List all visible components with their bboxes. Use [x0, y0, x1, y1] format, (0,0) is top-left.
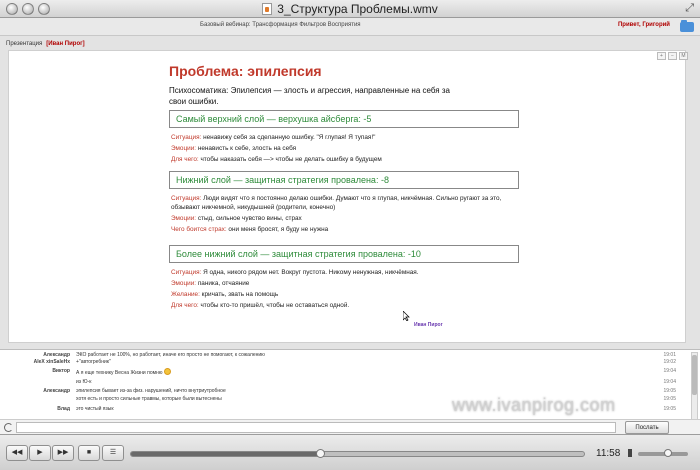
chat-input-row: Послать [0, 419, 700, 434]
zoom-controls: + − M [657, 52, 688, 60]
playback-time: 11:58 [596, 448, 621, 459]
presenter-signature: Иван Пирог [414, 322, 443, 328]
slide-line: Для чего: чтобы наказать себя —> чтобы н… [171, 156, 382, 163]
slide-line: Эмоции: паника, отчаяние [171, 280, 250, 287]
slide-line: Ситуация: ненавижу себя за сделанную оши… [171, 134, 376, 141]
slide-line: Эмоции: ненависть к себе, злость на себя [171, 145, 297, 152]
webinar-header: Базовый вебинар: Трансформация Фильтров … [0, 18, 700, 36]
slide-line: Для чего: чтобы кто-то пришёл, чтобы не … [171, 302, 350, 309]
rewind-button[interactable]: ◀◀ [6, 445, 28, 461]
playback-timeline[interactable] [130, 449, 585, 458]
volume-knob[interactable] [664, 449, 672, 457]
refresh-icon[interactable] [4, 423, 13, 432]
webinar-title: Базовый вебинар: Трансформация Фильтров … [200, 22, 361, 28]
slide-intro: Психосоматика: Эпилепсия — злость и агре… [169, 86, 450, 106]
window-titlebar: 3_Структура Проблемы.wmv ⤢ [0, 0, 700, 18]
play-button[interactable]: ▶ [29, 445, 51, 461]
slide-line: Ситуация: Я одна, никого рядом нет. Вокр… [171, 269, 419, 276]
video-file-icon [262, 3, 273, 15]
maximize-slide-button[interactable]: M [679, 52, 688, 60]
smiley-icon [163, 368, 171, 375]
layer-heading-1: Самый верхний слой — верхушка айсберга: … [169, 110, 519, 128]
send-button[interactable]: Послать [625, 421, 669, 434]
mouse-cursor-icon [403, 311, 410, 321]
watermark-text: www.ivanpirog.com [452, 395, 616, 415]
playback-progress [131, 452, 322, 456]
playlist-button[interactable]: ☰ [102, 445, 124, 461]
user-greeting: Привет, Григорий [617, 22, 670, 28]
presentation-panel: Презентация [Иван Пирог] Проблема: эпилеп… [0, 36, 700, 349]
zoom-in-button[interactable]: + [657, 52, 666, 60]
playback-scrubber[interactable] [316, 449, 326, 458]
media-player-controls: ◀◀ ▶ ▶▶ ■ ☰ 11:58 [0, 434, 700, 470]
chat-input[interactable] [16, 422, 616, 433]
volume-slider[interactable] [638, 449, 688, 457]
chat-scrollbar-thumb[interactable] [692, 355, 697, 395]
fullscreen-icon[interactable]: ⤢ [685, 2, 694, 15]
folder-icon[interactable] [680, 20, 694, 32]
presentation-label: Презентация [Иван Пирог] [6, 41, 85, 47]
stop-button[interactable]: ■ [78, 445, 100, 461]
zoom-out-button[interactable]: − [668, 52, 677, 60]
window-title: 3_Структура Проблемы.wmv [0, 2, 700, 16]
slide-line: Чего боится страх: они меня бросят, я бу… [171, 226, 329, 233]
layer-heading-3: Более нижний слой — защитная стратегия п… [169, 245, 519, 263]
layer-heading-2: Нижний слой — защитная стратегия провале… [169, 171, 519, 189]
presenter-name: [Иван Пирог] [46, 41, 85, 47]
slide: Проблема: эпилепсия Психосоматика: Эпиле… [8, 50, 686, 343]
fast-forward-button[interactable]: ▶▶ [52, 445, 74, 461]
slide-line: Ситуация: Люди видят что я постоянно дел… [171, 195, 502, 211]
slide-line: Эмоции: стыд, сильное чувство вины, стра… [171, 215, 302, 222]
slide-line: Желание: кричать, звать на помощь [171, 291, 279, 298]
slide-title: Проблема: эпилепсия [169, 63, 322, 79]
speaker-icon [628, 449, 634, 457]
